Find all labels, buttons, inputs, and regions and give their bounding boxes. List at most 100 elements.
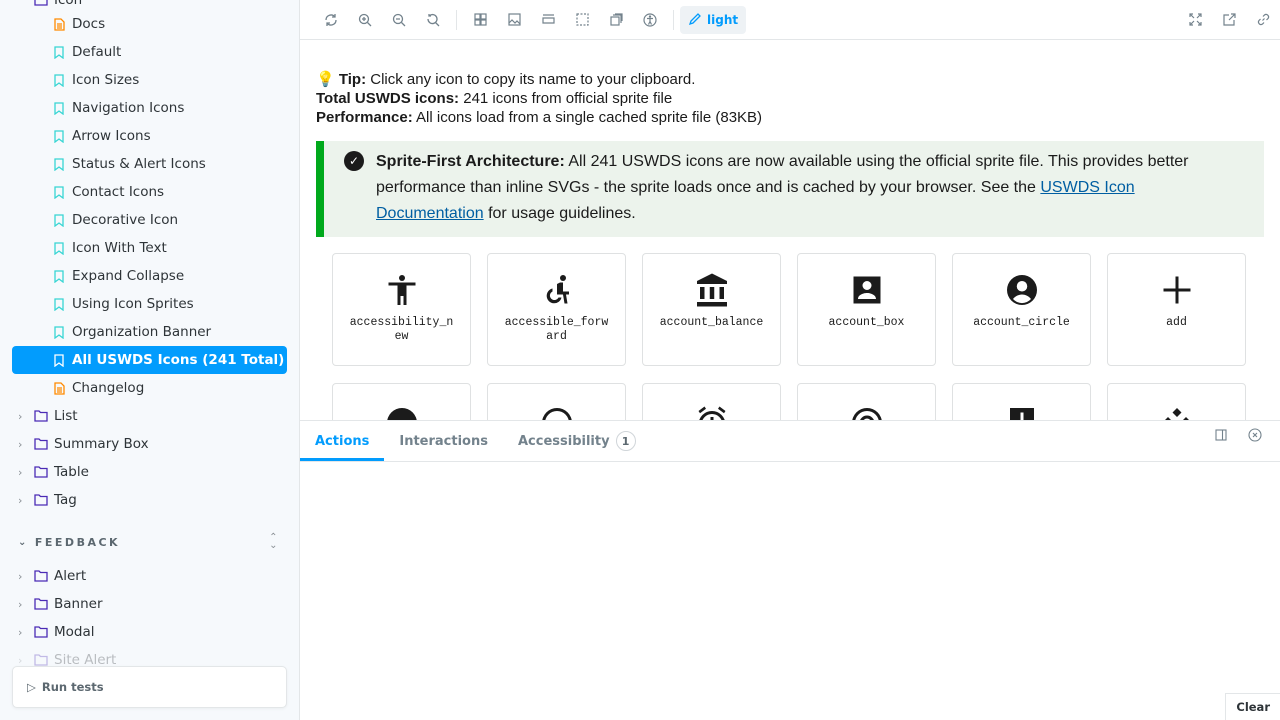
sidebar-item-navigation-icons[interactable]: Navigation Icons — [12, 94, 287, 122]
account-circle-icon — [1006, 275, 1037, 305]
icon-card[interactable] — [1107, 383, 1246, 420]
chevron-right-icon: › — [18, 493, 23, 507]
sidebar-item-label: Navigation Icons — [72, 100, 185, 116]
sidebar-item-arrow-icons[interactable]: Arrow Icons — [12, 122, 287, 150]
zoom-reset-icon[interactable] — [416, 6, 450, 34]
total-text: 241 icons from official sprite file — [459, 90, 673, 107]
icon-grid: accessibility_new accessible_forward accou… — [332, 253, 1264, 420]
section-title: FEEDBACK — [34, 535, 121, 549]
fullscreen-icon[interactable] — [1178, 6, 1212, 34]
open-new-tab-icon[interactable] — [1212, 6, 1246, 34]
addon-tabs: Actions Interactions Accessibility 1 — [300, 421, 1280, 462]
sidebar-item-label: Icon With Text — [72, 240, 167, 256]
expand-collapse-icon[interactable]: ⌃ ⌄ — [269, 533, 280, 551]
tab-interactions[interactable]: Interactions — [384, 421, 503, 461]
icon-card[interactable] — [332, 383, 471, 420]
icon-card[interactable] — [642, 383, 781, 420]
folder-icon — [34, 625, 48, 639]
sidebar-item-changelog[interactable]: Changelog — [12, 374, 287, 402]
performance-line: Performance: All icons load from a singl… — [316, 108, 1264, 127]
background-image-icon[interactable] — [497, 6, 531, 34]
chevron-right-icon: › — [18, 437, 23, 451]
icon-name: accessibility_new — [349, 316, 454, 343]
alert-heading: Sprite-First Architecture: — [376, 153, 565, 170]
accessibility-new-icon — [388, 275, 415, 305]
tip-line: 💡 Tip: Click any icon to copy its name t… — [316, 70, 1264, 89]
sidebar-item-using-icon-sprites[interactable]: Using Icon Sprites — [12, 290, 287, 318]
viewport-icon[interactable] — [599, 6, 633, 34]
sidebar-item-expand-collapse[interactable]: Expand Collapse — [12, 262, 287, 290]
tab-accessibility-label: Accessibility — [517, 433, 610, 449]
icon-name: account_balance — [659, 316, 764, 329]
performance-text: All icons load from a single cached spri… — [412, 109, 763, 126]
sidebar-item-docs[interactable]: Docs — [12, 10, 287, 38]
sidebar-folder-tag[interactable]: › Tag — [12, 486, 287, 514]
sidebar-item-icon-sizes[interactable]: Icon Sizes — [12, 66, 287, 94]
sidebar-folder-alert[interactable]: › Alert — [12, 562, 287, 590]
bookmark-icon — [52, 325, 66, 339]
sidebar-item-label: List — [54, 408, 78, 424]
theme-toggle-button[interactable]: light — [680, 5, 747, 34]
run-tests-button[interactable]: ▷ Run tests — [12, 666, 287, 708]
icon-card[interactable] — [797, 383, 936, 420]
icon-card[interactable]: add — [1107, 253, 1246, 366]
sidebar-item-label: All USWDS Icons (241 Total) — [72, 352, 285, 368]
sidebar-folder-banner[interactable]: › Banner — [12, 590, 287, 618]
sidebar-item-icon-with-text[interactable]: Icon With Text — [12, 234, 287, 262]
folder-icon — [34, 653, 48, 667]
sidebar-folder-table[interactable]: › Table — [12, 458, 287, 486]
sidebar-folder-modal[interactable]: › Modal — [12, 618, 287, 646]
icon-card[interactable] — [487, 383, 626, 420]
sidebar-item-all-uswds-icons-241-total-[interactable]: All USWDS Icons (241 Total) — [12, 346, 287, 374]
zoom-in-icon[interactable] — [348, 6, 382, 34]
icon-card[interactable]: account_balance — [642, 253, 781, 366]
partial-icon — [386, 408, 417, 420]
sidebar-folder-list[interactable]: › List — [12, 402, 287, 430]
clear-button[interactable]: Clear — [1225, 693, 1280, 720]
tab-actions[interactable]: Actions — [300, 421, 385, 461]
success-alert: ✓ Sprite-First Architecture: All 241 USW… — [316, 141, 1264, 237]
chevron-right-icon: › — [18, 569, 23, 583]
check-circle-icon: ✓ — [344, 151, 364, 171]
folder-icon — [34, 493, 48, 507]
zoom-out-icon[interactable] — [382, 6, 416, 34]
sidebar: Icon Docs Default Icon Sizes Navigation Icon… — [0, 0, 300, 720]
grid-icon[interactable] — [463, 6, 497, 34]
sidebar-item-status-alert-icons[interactable]: Status & Alert Icons — [12, 150, 287, 178]
bookmark-icon — [52, 45, 66, 59]
sidebar-item-label: Modal — [54, 624, 95, 640]
folder-icon — [34, 597, 48, 611]
panel-orientation-icon[interactable] — [1204, 421, 1238, 449]
sidebar-section-feedback[interactable]: ⌄ FEEDBACK ⌃ ⌄ — [18, 533, 280, 551]
play-icon: ▷ — [27, 680, 36, 694]
sidebar-item-contact-icons[interactable]: Contact Icons — [12, 178, 287, 206]
icon-card[interactable]: account_circle — [952, 253, 1091, 366]
tab-accessibility[interactable]: Accessibility 1 — [503, 421, 651, 461]
run-tests-label: Run tests — [41, 680, 104, 694]
icon-name: accessible_forward — [504, 316, 609, 343]
icon-name: account_box — [828, 316, 905, 329]
folder-icon — [34, 437, 48, 451]
bookmark-icon — [52, 129, 66, 143]
chevron-down-icon: ⌄ — [18, 536, 29, 548]
sidebar-item-label: Table — [54, 464, 89, 480]
close-panel-icon[interactable] — [1238, 421, 1272, 449]
sidebar-item-default[interactable]: Default — [12, 38, 287, 66]
icon-card[interactable] — [952, 383, 1091, 420]
remount-icon[interactable] — [314, 6, 348, 34]
sidebar-folder-summary-box[interactable]: › Summary Box — [12, 430, 287, 458]
sidebar-item-organization-banner[interactable]: Organization Banner — [12, 318, 287, 346]
accessibility-icon[interactable] — [633, 6, 667, 34]
icon-card[interactable]: account_box — [797, 253, 936, 366]
outline-icon[interactable] — [565, 6, 599, 34]
icon-name: add — [1166, 316, 1187, 329]
measure-icon[interactable] — [531, 6, 565, 34]
icon-card[interactable]: accessible_forward — [487, 253, 626, 366]
partial-icon — [851, 408, 882, 420]
copy-link-icon[interactable] — [1246, 6, 1280, 34]
sidebar-item-decorative-icon[interactable]: Decorative Icon — [12, 206, 287, 234]
sidebar-item-label: Default — [72, 44, 122, 60]
chevron-right-icon: › — [18, 465, 23, 479]
accessibility-count-badge: 1 — [615, 431, 636, 451]
icon-card[interactable]: accessibility_new — [332, 253, 471, 366]
